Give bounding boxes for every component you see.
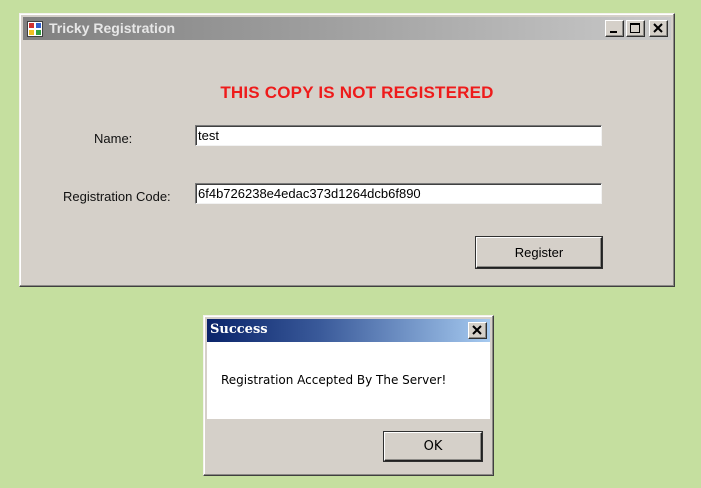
maximize-icon bbox=[630, 23, 640, 33]
dialog-title: Success bbox=[210, 322, 268, 337]
ok-button[interactable]: OK bbox=[384, 432, 482, 461]
main-titlebar[interactable]: Tricky Registration bbox=[23, 17, 671, 40]
dialog-close-button[interactable] bbox=[468, 322, 487, 339]
dialog-body: Registration Accepted By The Server! bbox=[207, 342, 490, 419]
main-window: Tricky Registration THIS COPY IS NOT REG… bbox=[19, 13, 675, 287]
register-button[interactable]: Register bbox=[476, 237, 602, 268]
close-button[interactable] bbox=[649, 20, 668, 37]
close-icon bbox=[472, 325, 482, 335]
dialog-titlebar[interactable]: Success bbox=[207, 319, 490, 342]
minimize-icon bbox=[610, 31, 617, 33]
name-input[interactable]: test bbox=[195, 125, 602, 146]
name-label: Name: bbox=[94, 131, 133, 146]
registration-code-label: Registration Code: bbox=[63, 189, 171, 204]
dialog-message: Registration Accepted By The Server! bbox=[221, 373, 447, 387]
success-dialog: Success Registration Accepted By The Ser… bbox=[203, 315, 494, 476]
maximize-button[interactable] bbox=[626, 20, 645, 37]
window-title: Tricky Registration bbox=[49, 20, 176, 36]
registration-code-input[interactable]: 6f4b726238e4edac373d1264dcb6f890 bbox=[195, 183, 602, 204]
registration-warning: THIS COPY IS NOT REGISTERED bbox=[220, 83, 494, 102]
app-icon bbox=[27, 21, 43, 37]
close-icon bbox=[653, 23, 663, 33]
minimize-button[interactable] bbox=[605, 20, 624, 37]
